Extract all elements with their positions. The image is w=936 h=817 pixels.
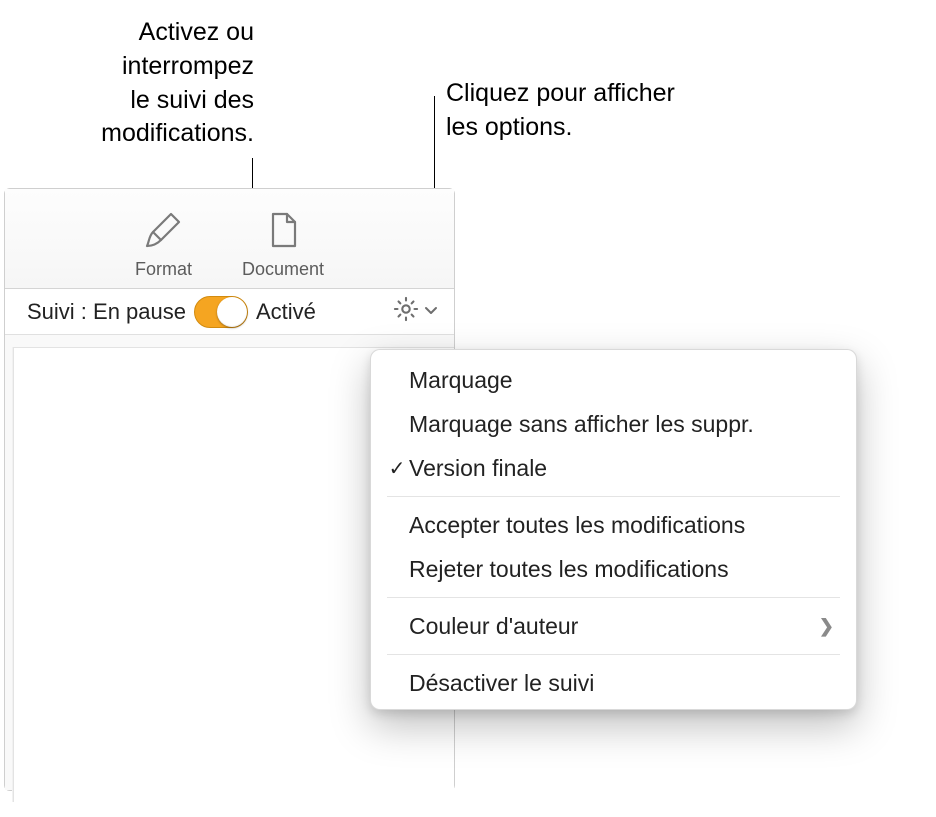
gear-icon xyxy=(392,295,420,329)
callout-line: le suivi des xyxy=(101,84,254,118)
menu-item-label: Désactiver le suivi xyxy=(409,670,834,697)
callout-line: interrompez xyxy=(101,50,254,84)
menu-item-markup-no-deletions[interactable]: Marquage sans afficher les suppr. xyxy=(371,402,856,446)
paintbrush-icon xyxy=(143,210,183,255)
menu-item-accept-all[interactable]: Accepter toutes les modifications xyxy=(371,503,856,547)
tracking-bar: Suivi : En pause Activé xyxy=(5,289,454,335)
toolbar-document-button[interactable]: Document xyxy=(242,210,324,288)
tracking-active-label: Activé xyxy=(256,299,316,325)
menu-separator xyxy=(387,496,840,497)
callout-line: Activez ou xyxy=(101,16,254,50)
callout-line: Cliquez pour afficher xyxy=(446,77,675,111)
callout-leader xyxy=(252,158,253,188)
menu-item-label: Couleur d'auteur xyxy=(409,613,819,640)
toolbar-format-label: Format xyxy=(135,259,192,280)
menu-item-label: Accepter toutes les modifications xyxy=(409,512,834,539)
tracking-status-label: Suivi : En pause xyxy=(27,299,186,325)
menu-item-label: Rejeter toutes les modifications xyxy=(409,556,834,583)
menu-item-label: Marquage sans afficher les suppr. xyxy=(409,411,834,438)
menu-separator xyxy=(387,597,840,598)
chevron-right-icon: ❯ xyxy=(819,616,834,637)
menu-separator xyxy=(387,654,840,655)
menu-item-label: Version finale xyxy=(409,455,834,482)
callout-line: modifications. xyxy=(101,117,254,151)
menu-item-author-color[interactable]: Couleur d'auteur ❯ xyxy=(371,604,856,648)
callout-line: les options. xyxy=(446,111,675,145)
chevron-down-icon xyxy=(422,299,440,325)
document-icon xyxy=(263,210,303,255)
menu-item-final-version[interactable]: ✓ Version finale xyxy=(371,446,856,490)
toolbar: Format Document xyxy=(5,189,454,289)
toolbar-document-label: Document xyxy=(242,259,324,280)
menu-item-turn-off-tracking[interactable]: Désactiver le suivi xyxy=(371,661,856,705)
menu-item-markup[interactable]: Marquage xyxy=(371,358,856,402)
callout-toggle-tracking: Activez ou interrompez le suivi des modi… xyxy=(101,16,254,151)
checkmark-icon: ✓ xyxy=(385,456,409,481)
tracking-options-menu: Marquage Marquage sans afficher les supp… xyxy=(370,349,857,710)
menu-item-label: Marquage xyxy=(409,367,834,394)
menu-item-reject-all[interactable]: Rejeter toutes les modifications xyxy=(371,547,856,591)
toolbar-format-button[interactable]: Format xyxy=(135,210,192,288)
callout-leader xyxy=(434,96,435,188)
callout-options: Cliquez pour afficher les options. xyxy=(446,77,675,145)
switch-knob xyxy=(217,297,247,327)
tracking-options-button[interactable] xyxy=(392,295,440,329)
tracking-toggle-switch[interactable] xyxy=(194,296,248,328)
